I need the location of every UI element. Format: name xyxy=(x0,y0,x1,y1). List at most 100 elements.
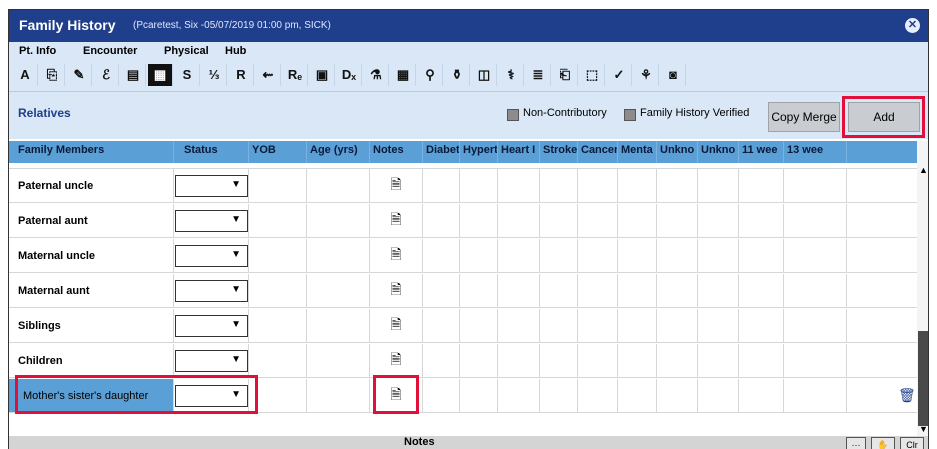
table-row[interactable]: Siblings ▼ 🗎 xyxy=(9,309,917,343)
medication-icon[interactable]: ⅓ xyxy=(202,64,227,86)
column-header[interactable]: Menta xyxy=(618,141,657,163)
grid-cell[interactable] xyxy=(739,344,784,377)
grid-cell[interactable] xyxy=(307,379,370,412)
diagnosis-icon[interactable]: Dₓ xyxy=(337,64,362,86)
grid-cell[interactable] xyxy=(540,274,578,307)
grid-cell[interactable] xyxy=(423,169,460,202)
grid-cell[interactable] xyxy=(739,204,784,237)
status-select[interactable]: ▼ xyxy=(175,385,248,407)
grid-cell[interactable] xyxy=(657,169,698,202)
grid-cell[interactable] xyxy=(249,379,307,412)
procedure-icon[interactable]: ⚱ xyxy=(445,64,470,86)
status-cell[interactable]: ▼ xyxy=(174,239,249,272)
grid-cell[interactable] xyxy=(698,379,739,412)
care-plan-icon[interactable]: ⚘ xyxy=(634,64,659,86)
grid-cell[interactable] xyxy=(540,344,578,377)
status-select[interactable]: ▼ xyxy=(175,315,248,337)
grid-cell[interactable] xyxy=(498,274,540,307)
menu-physical[interactable]: Physical xyxy=(164,45,209,57)
column-header[interactable]: Unkno xyxy=(698,141,739,163)
note-icon[interactable]: 🗎 xyxy=(390,174,401,198)
grid-cell[interactable] xyxy=(578,204,618,237)
grid-cell[interactable] xyxy=(784,239,847,272)
grid-cell[interactable] xyxy=(460,344,498,377)
grid-cell[interactable] xyxy=(249,239,307,272)
table-row[interactable]: Mother's sister's daughter ▼ 🗎 🗑 xyxy=(9,379,917,413)
column-header[interactable]: 13 wee xyxy=(784,141,847,163)
table-row[interactable]: Children ▼ 🗎 xyxy=(9,344,917,378)
scroll-up-icon[interactable]: ▲ xyxy=(919,165,928,175)
table-row[interactable]: Maternal aunt ▼ 🗎 xyxy=(9,274,917,308)
grid-cell[interactable] xyxy=(540,169,578,202)
grid-cell[interactable] xyxy=(698,274,739,307)
column-header[interactable]: Diabet xyxy=(423,141,460,163)
grid-cell[interactable] xyxy=(498,169,540,202)
grid-cell[interactable] xyxy=(498,309,540,342)
grid-cell[interactable] xyxy=(657,379,698,412)
grid-cell[interactable] xyxy=(618,274,657,307)
table-row[interactable]: Maternal uncle ▼ 🗎 xyxy=(9,239,917,273)
copy-merge-button[interactable]: Copy Merge xyxy=(768,102,840,132)
column-header[interactable]: Hypert xyxy=(460,141,498,163)
grid-cell[interactable] xyxy=(784,169,847,202)
column-header[interactable]: Heart I xyxy=(498,141,540,163)
table-row[interactable]: Paternal aunt ▼ 🗎 xyxy=(9,204,917,238)
grid-cell[interactable] xyxy=(784,379,847,412)
grid-cell[interactable] xyxy=(657,239,698,272)
notes-cell[interactable]: 🗎 xyxy=(370,239,423,272)
grid-cell[interactable] xyxy=(249,344,307,377)
cow-icon[interactable]: ◙ xyxy=(661,64,686,86)
document-icon[interactable]: ▣ xyxy=(310,64,335,86)
menu-hub[interactable]: Hub xyxy=(225,45,246,57)
grid-cell[interactable] xyxy=(618,204,657,237)
grid-cell[interactable] xyxy=(423,344,460,377)
grid-cell[interactable] xyxy=(423,309,460,342)
menu-encounter[interactable]: Encounter xyxy=(83,45,137,57)
grid-cell[interactable] xyxy=(698,344,739,377)
grid-cell[interactable] xyxy=(739,309,784,342)
grid-cell[interactable] xyxy=(698,204,739,237)
grid-cell[interactable] xyxy=(698,169,739,202)
status-select[interactable]: ▼ xyxy=(175,245,248,267)
grid-cell[interactable] xyxy=(423,239,460,272)
notes-cell[interactable]: 🗎 xyxy=(370,379,423,412)
menu-pt-info[interactable]: Pt. Info xyxy=(19,45,56,57)
test-icon[interactable]: ⚲ xyxy=(418,64,443,86)
column-header[interactable]: 11 wee xyxy=(739,141,784,163)
status-select[interactable]: ▼ xyxy=(175,350,248,372)
notes-cell[interactable]: 🗎 xyxy=(370,204,423,237)
grid-cell[interactable] xyxy=(307,309,370,342)
column-header[interactable]: Age (yrs) xyxy=(307,141,370,163)
notes-cell[interactable]: 🗎 xyxy=(370,344,423,377)
close-icon[interactable]: ✕ xyxy=(905,18,920,33)
vertical-scrollbar[interactable]: ▲ ▼ xyxy=(917,141,928,436)
status-select[interactable]: ▼ xyxy=(175,280,248,302)
note-icon[interactable]: 🗎 xyxy=(390,244,401,268)
non-contributory-checkbox[interactable] xyxy=(507,109,519,121)
grid-cell[interactable] xyxy=(784,274,847,307)
grid-cell[interactable] xyxy=(698,239,739,272)
grid-cell[interactable] xyxy=(739,169,784,202)
scroll-down-icon[interactable]: ▼ xyxy=(919,424,928,434)
notes-cell[interactable]: 🗎 xyxy=(370,309,423,342)
social-history-icon[interactable]: S xyxy=(175,64,200,86)
grid-cell[interactable] xyxy=(618,344,657,377)
check-icon[interactable]: ✓ xyxy=(607,64,632,86)
script-icon[interactable]: ℰ xyxy=(94,64,119,86)
grid-cell[interactable] xyxy=(540,379,578,412)
column-header[interactable]: Stroke xyxy=(540,141,578,163)
grid-cell[interactable] xyxy=(249,204,307,237)
pen-icon[interactable]: ✎ xyxy=(67,64,92,86)
grid-cell[interactable] xyxy=(249,274,307,307)
column-header[interactable]: YOB xyxy=(249,141,307,163)
table-row[interactable]: Paternal uncle ▼ 🗎 xyxy=(9,169,917,203)
grid-cell[interactable] xyxy=(498,344,540,377)
grid-cell[interactable] xyxy=(657,274,698,307)
scroll-thumb[interactable] xyxy=(918,331,928,426)
trash-icon[interactable]: 🗑 xyxy=(898,387,916,404)
grid-cell[interactable] xyxy=(578,239,618,272)
clipboard-icon[interactable]: ⎘ xyxy=(40,64,65,86)
grid-cell[interactable] xyxy=(423,379,460,412)
grid-cell[interactable] xyxy=(460,239,498,272)
clear-button[interactable]: Clr xyxy=(900,437,924,449)
